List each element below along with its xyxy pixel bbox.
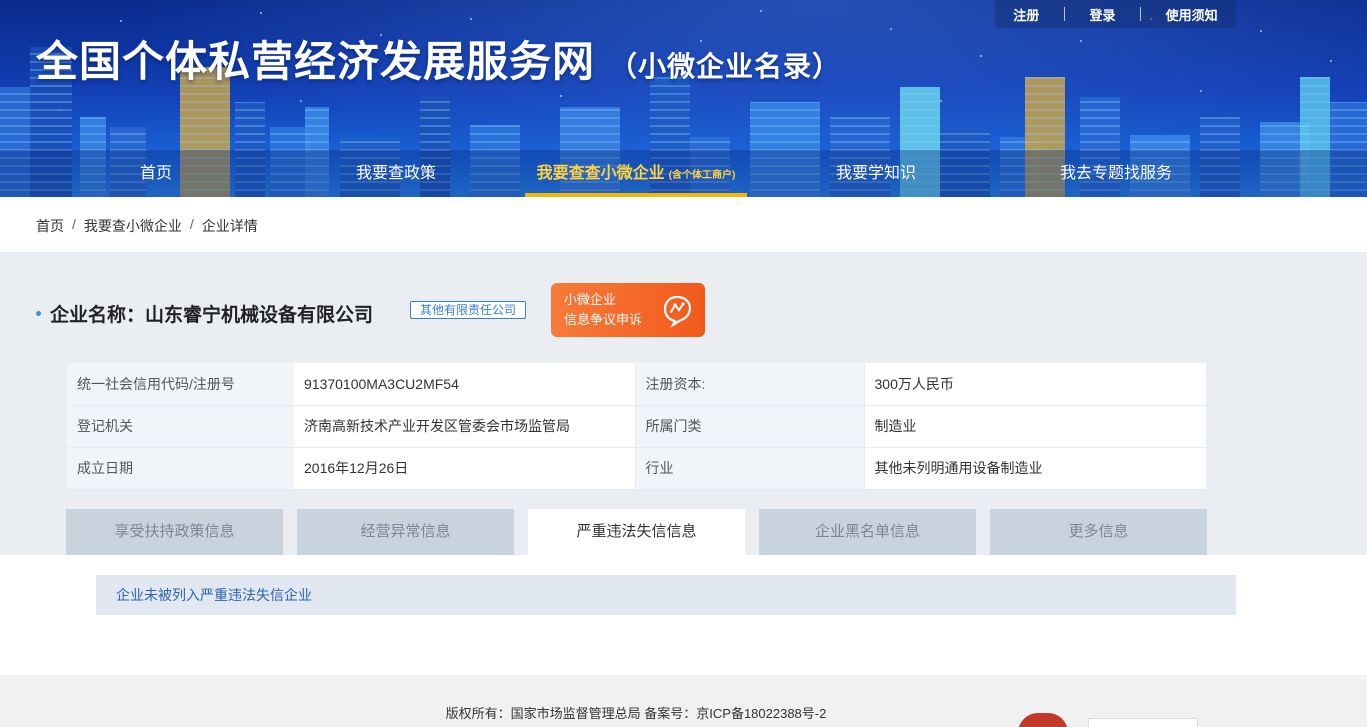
nav-item-policy[interactable]: 我要查政策 (340, 150, 452, 197)
breadcrumb: 首页 / 我要查小微企业 / 企业详情 (36, 216, 258, 236)
star-dot (980, 55, 982, 57)
usage-notice-link[interactable]: 使用须知 (1166, 5, 1218, 24)
login-link[interactable]: 登录 (1089, 5, 1115, 24)
tab-abnormal-operation[interactable]: 经营异常信息 (297, 509, 514, 555)
nav-item-enterprise[interactable]: 我要查查小微企业 (含个体工商户) (525, 150, 747, 197)
company-name-label: 企业名称： (50, 305, 146, 326)
register-link[interactable]: 注册 (1013, 5, 1039, 24)
star-dot (260, 12, 262, 14)
star-dot (1330, 60, 1332, 62)
nav-label-note: (含个体工商户) (668, 170, 736, 181)
info-label: 成立日期 (67, 447, 294, 490)
site-title: 全国个体私营经济发展服务网 （小微企业名录） (36, 28, 841, 89)
breadcrumb-enterprise[interactable]: 我要查小微企业 (84, 216, 182, 236)
info-value: 91370100MA3CU2MF54 (294, 363, 636, 406)
company-type-badge: 其他有限责任公司 (410, 301, 527, 319)
breadcrumb-current: 企业详情 (201, 218, 258, 234)
star-dot (560, 95, 562, 97)
nav-label: 首页 (139, 165, 172, 182)
tab-support-policy[interactable]: 享受扶持政策信息 (66, 509, 283, 555)
star-dot (300, 100, 302, 102)
divider (1140, 7, 1142, 21)
table-row: 统一社会信用代码/注册号 91370100MA3CU2MF54 注册资本: 30… (67, 363, 1206, 406)
star-dot (890, 28, 892, 30)
info-label: 登记机关 (67, 405, 294, 448)
info-label: 行业 (635, 447, 865, 490)
site-subtitle: （小微企业名录） (609, 51, 842, 82)
breadcrumb-separator: / (189, 216, 194, 232)
info-value: 其他未列明通用设备制造业 (864, 447, 1206, 490)
info-value: 济南高新技术产业开发区管委会市场监管局 (294, 405, 636, 448)
star-dot (1200, 90, 1202, 92)
info-value: 制造业 (864, 405, 1206, 448)
star-dot (1260, 30, 1262, 32)
star-dot (120, 20, 122, 22)
star-dot (940, 100, 942, 102)
tab-more-info[interactable]: 更多信息 (990, 509, 1207, 555)
divider (1063, 7, 1065, 21)
tab-result-message: 企业未被列入严重违法失信企业 (96, 575, 1236, 615)
chat-support-icon (663, 295, 692, 328)
company-heading: 企业名称：山东睿宁机械设备有限公司 (36, 300, 373, 327)
copyright-text: 版权所有：国家市场监督管理总局 备案号：京ICP备18022388号-2 (445, 706, 827, 721)
company-name: 企业名称：山东睿宁机械设备有限公司 (50, 300, 373, 327)
nav-item-home[interactable]: 首页 (100, 150, 212, 197)
appeal-line1: 小微企业 (564, 292, 617, 307)
breadcrumb-separator: / (72, 216, 76, 232)
breadcrumb-home[interactable]: 首页 (36, 216, 64, 236)
star-dot (470, 18, 472, 20)
info-value: 300万人民币 (864, 363, 1206, 406)
user-bar: 注册 登录 使用须知 (995, 0, 1236, 28)
tab-blacklist[interactable]: 企业黑名单信息 (759, 509, 976, 555)
bullet-icon (36, 311, 41, 316)
tab-serious-violation[interactable]: 严重违法失信信息 (528, 509, 745, 555)
nav-label: 我要查查小微企业 (536, 165, 665, 182)
star-dot (1080, 40, 1082, 42)
nav-label: 我要查政策 (355, 165, 436, 182)
site-header: 全国个体私营经济发展服务网 （小微企业名录） 注册 登录 使用须知 首页 我要查政… (0, 0, 1367, 197)
nav-item-services[interactable]: 我去专题找服务 (1050, 150, 1182, 197)
dispute-appeal-button[interactable]: 小微企业 信息争议申诉 (551, 283, 705, 337)
info-tabs: 享受扶持政策信息 经营异常信息 严重违法失信信息 企业黑名单信息 更多信息 (66, 509, 1207, 555)
site-footer: 版权所有：国家市场监督管理总局 备案号：京ICP备18022388号-2 (0, 675, 1367, 727)
info-value: 2016年12月26日 (294, 447, 636, 490)
info-label: 注册资本: (635, 363, 865, 406)
site-title-text: 全国个体私营经济发展服务网 (36, 38, 596, 85)
main-nav: 首页 我要查政策 我要查查小微企业 (含个体工商户) 我要学知识 我去专题找服务 (0, 150, 1367, 197)
info-label: 所属门类 (635, 405, 865, 448)
site-identity-badge[interactable] (1088, 718, 1198, 727)
info-label: 统一社会信用代码/注册号 (67, 363, 294, 406)
star-dot (760, 10, 762, 12)
nav-label: 我去专题找服务 (1059, 165, 1172, 182)
nav-item-knowledge[interactable]: 我要学知识 (820, 150, 932, 197)
table-row: 成立日期 2016年12月26日 行业 其他未列明通用设备制造业 (67, 447, 1206, 490)
nav-label: 我要学知识 (835, 165, 916, 182)
company-info-table: 统一社会信用代码/注册号 91370100MA3CU2MF54 注册资本: 30… (67, 363, 1206, 490)
company-name-value: 山东睿宁机械设备有限公司 (145, 305, 374, 326)
table-row: 登记机关 济南高新技术产业开发区管委会市场监管局 所属门类 制造业 (67, 405, 1206, 448)
